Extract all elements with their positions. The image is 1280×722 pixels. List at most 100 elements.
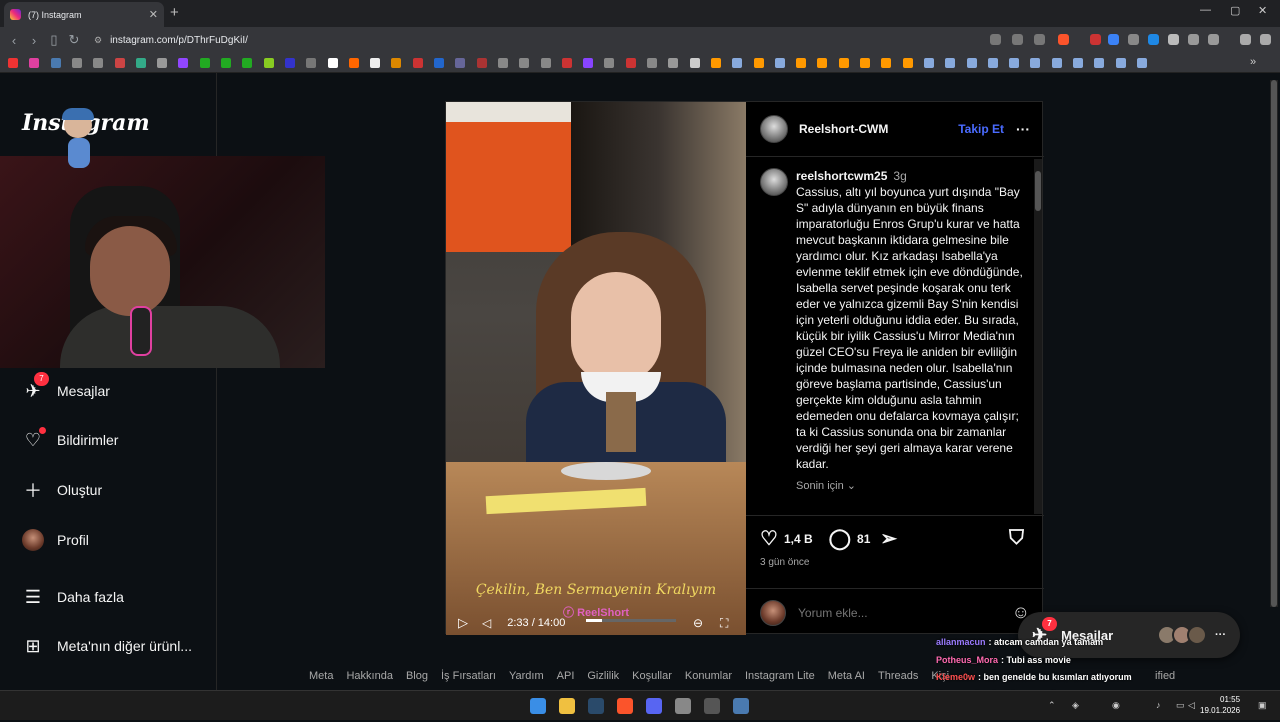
network-icon[interactable]: ▭ bbox=[1176, 700, 1185, 711]
bookmark-icon[interactable] bbox=[8, 58, 18, 68]
bookmark-icon[interactable] bbox=[838, 58, 849, 68]
bookmark-icon[interactable] bbox=[519, 58, 530, 68]
volume-icon[interactable]: ◁ bbox=[482, 616, 491, 630]
bookmark-icon[interactable] bbox=[242, 58, 253, 68]
bookmark-icon[interactable] bbox=[966, 58, 977, 68]
bookmark-icon[interactable] bbox=[817, 58, 828, 68]
sidebar-icon[interactable] bbox=[1208, 34, 1219, 45]
caption-scrollbar[interactable] bbox=[1034, 159, 1042, 514]
bookmark-icon[interactable] bbox=[306, 58, 317, 68]
bookmark-icon[interactable] bbox=[774, 58, 785, 68]
extensions-puzzle-icon[interactable] bbox=[1188, 34, 1199, 45]
comment-input[interactable] bbox=[798, 605, 1012, 620]
cast-icon[interactable] bbox=[1012, 34, 1023, 45]
play-icon[interactable]: ▷ bbox=[458, 615, 468, 631]
footer-link[interactable]: Yardım bbox=[509, 670, 544, 682]
extension-icon[interactable] bbox=[1108, 34, 1119, 45]
clock[interactable]: 01:55 19.01.2026 bbox=[1200, 694, 1240, 716]
more-icon[interactable]: ··· bbox=[1215, 629, 1226, 641]
bookmark-icon[interactable] bbox=[114, 58, 125, 68]
bookmark-icon[interactable] bbox=[1094, 58, 1105, 68]
steam-icon[interactable] bbox=[588, 698, 604, 714]
bookmark-icon[interactable] bbox=[987, 58, 998, 68]
maximize-button[interactable]: ▢ bbox=[1230, 4, 1240, 17]
bookmark-icon[interactable] bbox=[412, 58, 423, 68]
url-field[interactable]: ⚙ instagram.com/p/DThrFuDgKiI/ bbox=[94, 31, 974, 49]
volume-tray-icon[interactable]: ◁ bbox=[1188, 700, 1195, 711]
save-bookmark-icon[interactable]: ⛉ bbox=[1009, 527, 1024, 550]
obs-icon[interactable] bbox=[704, 698, 720, 714]
bookmark-icon[interactable] bbox=[604, 58, 615, 68]
bookmark-icon[interactable] bbox=[199, 58, 210, 68]
share-send-icon[interactable]: ➢ bbox=[880, 526, 897, 551]
discord-icon[interactable] bbox=[646, 698, 662, 714]
sidebar-item-profile[interactable]: Profil bbox=[22, 529, 89, 551]
bookmark-icon[interactable] bbox=[1051, 58, 1062, 68]
extension-icon[interactable] bbox=[1168, 34, 1179, 45]
bookmark-icon[interactable] bbox=[29, 58, 40, 68]
like-heart-icon[interactable]: ♡ bbox=[760, 526, 778, 551]
author-avatar[interactable] bbox=[760, 115, 788, 143]
bookmark-icon[interactable] bbox=[540, 58, 551, 68]
caption-username[interactable]: reelshortcwm25 bbox=[796, 169, 887, 183]
bookmark-icon[interactable] bbox=[583, 58, 594, 68]
footer-link[interactable]: Meta bbox=[309, 670, 333, 682]
follow-button[interactable]: Takip Et bbox=[958, 122, 1004, 136]
more-options-icon[interactable]: ··· bbox=[1016, 121, 1030, 137]
minimize-button[interactable]: — bbox=[1200, 4, 1211, 16]
bookmark-icon[interactable] bbox=[689, 58, 700, 68]
sidebar-item-meta-products[interactable]: ⊞ Meta'nın diğer ürünl... bbox=[22, 635, 192, 657]
settings-icon[interactable]: ⊖ bbox=[693, 616, 703, 630]
bookmark-icon[interactable] bbox=[1073, 58, 1083, 68]
bookmark-icon[interactable] bbox=[796, 58, 807, 68]
window-close-button[interactable]: ✕ bbox=[1258, 4, 1267, 17]
bookmark-icon[interactable] bbox=[71, 58, 82, 68]
footer-link[interactable]: Koşullar bbox=[632, 670, 672, 682]
scroll-thumb[interactable] bbox=[1035, 171, 1041, 211]
bookmark-icon[interactable] bbox=[327, 58, 338, 68]
bookmark-icon[interactable] bbox=[881, 58, 892, 68]
bookmark-icon[interactable] bbox=[647, 58, 657, 68]
bookmark-icon[interactable] bbox=[561, 58, 572, 68]
app-icon[interactable] bbox=[733, 698, 749, 714]
media-icon[interactable] bbox=[1240, 34, 1251, 45]
footer-link[interactable]: Konumlar bbox=[685, 670, 732, 682]
footer-link[interactable]: Gizlilik bbox=[587, 670, 619, 682]
back-icon[interactable]: ‹ bbox=[4, 33, 24, 48]
sidebar-item-notifications[interactable]: ♡ Bildirimler bbox=[22, 427, 118, 451]
extension-icon[interactable] bbox=[1128, 34, 1139, 45]
sidebar-item-create[interactable]: ＋ Oluştur bbox=[22, 479, 102, 501]
bookmark-icon[interactable] bbox=[860, 58, 870, 68]
bookmark-icon[interactable] bbox=[902, 58, 913, 68]
bookmark-icon[interactable] bbox=[391, 58, 402, 68]
bookmark-icon[interactable] bbox=[625, 58, 636, 68]
share-icon[interactable] bbox=[1034, 34, 1045, 45]
bookmark-icon[interactable] bbox=[370, 58, 381, 68]
page-scrollbar[interactable] bbox=[1270, 80, 1278, 607]
footer-link[interactable]: İş Fırsatları bbox=[441, 670, 496, 682]
bookmark-icon[interactable] bbox=[178, 58, 189, 68]
sidebar-item-more[interactable]: ☰ Daha fazla bbox=[22, 586, 124, 608]
bookmark-icon[interactable] bbox=[1030, 58, 1041, 68]
site-info-icon[interactable]: ⚙ bbox=[94, 35, 102, 46]
author-name[interactable]: Reelshort-CWM bbox=[799, 122, 888, 136]
comment-bubble-icon[interactable]: ◯ bbox=[829, 526, 851, 551]
footer-link[interactable]: Threads bbox=[878, 670, 918, 682]
bookmark-icon[interactable] bbox=[710, 58, 721, 68]
bookmark-icon[interactable] bbox=[434, 58, 444, 68]
bookmark-icon[interactable] bbox=[476, 58, 487, 68]
bookmark-icon[interactable] bbox=[945, 58, 956, 68]
bookmark-icon[interactable]: ▯ bbox=[44, 32, 64, 48]
bookmark-icon[interactable] bbox=[284, 58, 295, 68]
bookmark-icon[interactable] bbox=[668, 58, 679, 68]
extension-icon[interactable] bbox=[1148, 34, 1159, 45]
start-icon[interactable] bbox=[530, 698, 546, 714]
menu-icon[interactable] bbox=[1260, 34, 1271, 45]
bookmark-icon[interactable] bbox=[135, 58, 146, 68]
notification-icon[interactable]: ▣ bbox=[1258, 700, 1267, 711]
bookmark-icon[interactable] bbox=[93, 58, 104, 68]
forward-icon[interactable]: › bbox=[24, 33, 44, 48]
footer-link[interactable]: Blog bbox=[406, 670, 428, 682]
footer-link[interactable]: API bbox=[557, 670, 575, 682]
footer-link[interactable]: Instagram Lite bbox=[745, 670, 815, 682]
